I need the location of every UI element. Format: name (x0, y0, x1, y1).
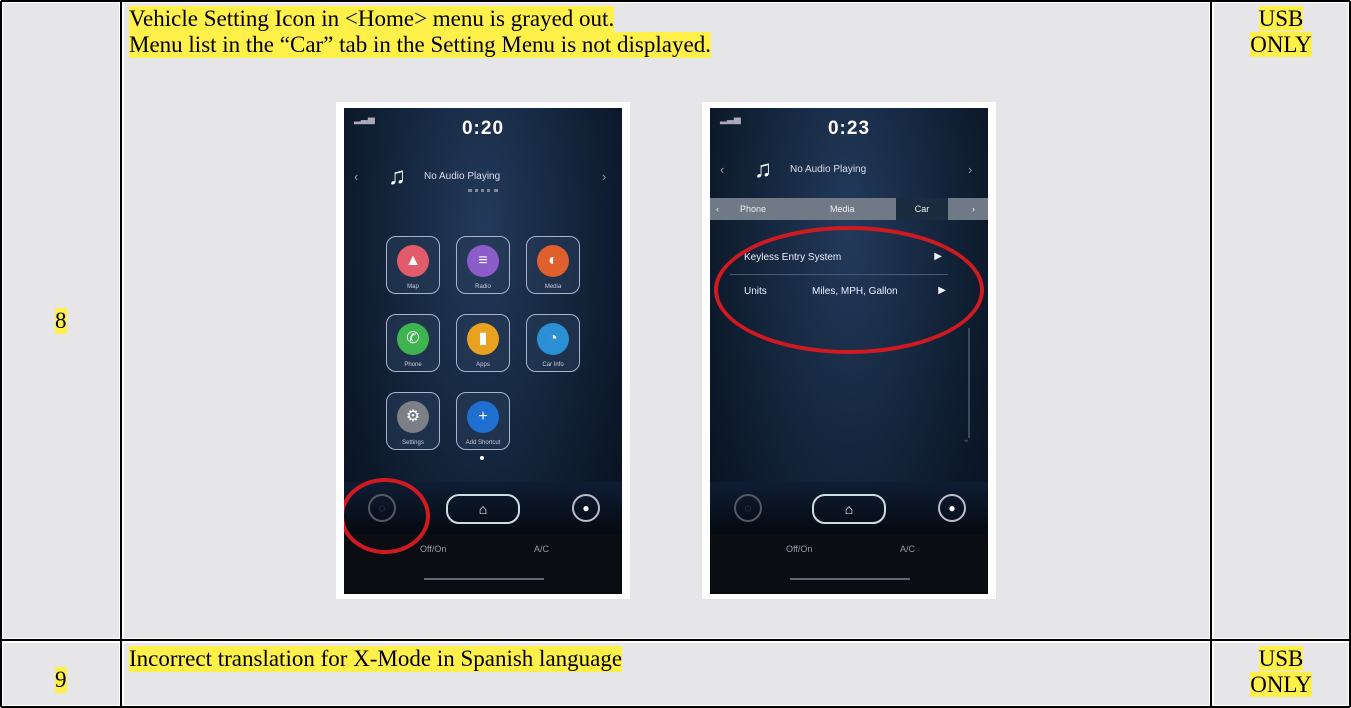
car-info-app-tile: ◔ Car Info (526, 314, 580, 372)
phone-icon: ✆ (397, 323, 429, 355)
phone-app-tile: ✆ Phone (386, 314, 440, 372)
gear-icon: ⚙ (397, 401, 429, 433)
map-icon: ▲ (397, 245, 429, 277)
row9-number: 9 (55, 667, 67, 693)
row8-number: 8 (55, 308, 67, 334)
car-tab-screenshot: ▂▃▅ 0:23 ‹ ♫ No Audio Playing › ‹ Phone … (702, 102, 996, 599)
profile-icon-2: ● (938, 494, 966, 522)
media-icon: ◐ (537, 245, 569, 277)
page-indicator-dot (480, 456, 484, 460)
row8-tag-line2: ONLY (1250, 32, 1312, 57)
row9-tag-line1: USB (1258, 646, 1304, 671)
scrollbar (968, 328, 970, 438)
tab-car: Car (896, 198, 948, 220)
car-tab-audio-bar: ‹ ♫ No Audio Playing › (710, 156, 988, 186)
row9-description: Incorrect translation for X-Mode in Span… (129, 646, 623, 672)
row9-tag-line2: ONLY (1250, 672, 1312, 697)
page-dots (468, 189, 498, 195)
gauge-icon: ◔ (537, 323, 569, 355)
home-button-2: ⌂ (812, 494, 886, 524)
apps-app-tile: ▮ Apps (456, 314, 510, 372)
car-tab-audio-text: No Audio Playing (790, 164, 867, 175)
climate-slider (424, 578, 544, 580)
radio-icon: ≡ (467, 245, 499, 277)
home-menu-screenshot: ▂▃▅ 0:20 ‹ ♫ No Audio Playing › ▲ Map ≡ Ra… (336, 102, 630, 599)
home-button: ⌂ (446, 494, 520, 524)
car-tab-clock: 0:23 (827, 118, 871, 139)
audio-prev-icon: ‹ (354, 169, 359, 184)
climate-bar-2: Off/On A/C (710, 534, 988, 594)
row8-description-line1: Vehicle Setting Icon in <Home> menu is g… (129, 6, 615, 32)
profile-icon: ● (572, 494, 600, 522)
music-note-icon: ♫ (388, 163, 406, 190)
car-tab-screen: ▂▃▅ 0:23 ‹ ♫ No Audio Playing › ‹ Phone … (710, 108, 988, 594)
apps-icon: ▮ (467, 323, 499, 355)
home-screen: ▂▃▅ 0:20 ‹ ♫ No Audio Playing › ▲ Map ≡ Ra… (344, 108, 622, 594)
table-borders (0, 0, 1351, 708)
scroll-down-icon: ⌄ (962, 434, 971, 445)
audio-next-icon-2: › (968, 162, 973, 177)
media-app-tile: ◐ Media (526, 236, 580, 294)
audio-next-icon: › (602, 169, 607, 184)
home-clock: 0:20 (461, 118, 505, 139)
audio-prev-icon-2: ‹ (720, 162, 725, 177)
car-tab-dock: ◌ ⌂ ● (710, 482, 988, 534)
red-circle-annotation (344, 478, 430, 554)
row8-tag: USB ONLY (1214, 6, 1348, 58)
row8-description-line2: Menu list in the “Car” tab in the Settin… (129, 32, 711, 58)
ac-indicator: A/C (534, 544, 550, 554)
home-audio-text: No Audio Playing (424, 171, 501, 182)
ac-indicator-2: A/C (900, 544, 916, 554)
red-ellipse-annotation (714, 226, 984, 354)
home-audio-bar: ‹ ♫ No Audio Playing › (344, 163, 622, 193)
tabs-back-icon: ‹ (716, 204, 719, 214)
map-app-tile: ▲ Map (386, 236, 440, 294)
tabs-forward-icon: › (972, 204, 975, 214)
climate-onoff-label: Off/On (420, 544, 447, 554)
music-note-icon-2: ♫ (754, 156, 772, 183)
row8-tag-line1: USB (1258, 6, 1304, 31)
climate-slider-2 (790, 578, 910, 580)
issue-table: 8 Vehicle Setting Icon in <Home> menu is… (0, 0, 1351, 708)
settings-app-tile: ⚙ Settings (386, 392, 440, 450)
row9-tag: USB ONLY (1214, 646, 1348, 698)
climate-onoff-label-2: Off/On (786, 544, 813, 554)
plus-icon: + (467, 401, 499, 433)
vehicle-setting-icon-grayed-2: ◌ (734, 494, 762, 522)
tab-media: Media (830, 204, 855, 214)
radio-app-tile: ≡ Radio (456, 236, 510, 294)
settings-tab-bar: ‹ Phone Media Car › (710, 198, 988, 220)
add-shortcut-tile: + Add Shortcut (456, 392, 510, 450)
tab-phone: Phone (740, 204, 767, 214)
